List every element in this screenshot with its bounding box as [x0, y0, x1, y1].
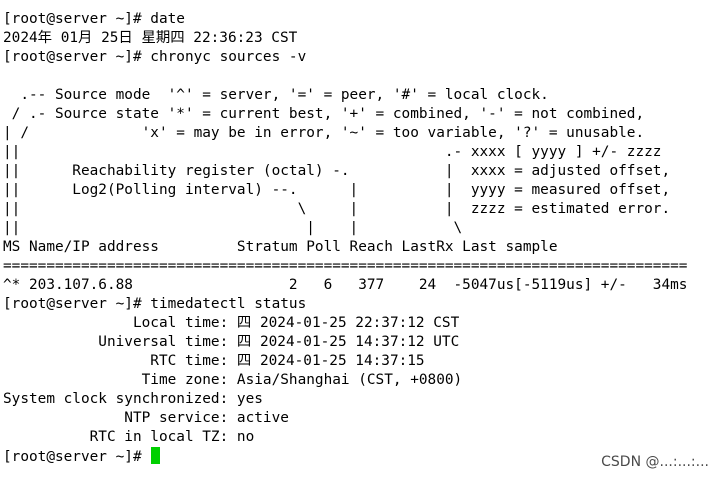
terminal-line: / .- Source state '*' = current best, '+…: [3, 106, 645, 122]
terminal-line: .-- Source mode '^' = server, '=' = peer…: [3, 87, 549, 103]
terminal-line: ========================================…: [3, 258, 688, 274]
terminal-line: | / 'x' = may be in error, '~' = too var…: [3, 125, 645, 141]
shell-prompt: [root@server ~]#: [3, 449, 151, 465]
terminal-line: || Reachability register (octal) -. | xx…: [3, 163, 671, 179]
text-cursor: [151, 447, 161, 464]
terminal-line: Universal time: 四 2024-01-25 14:37:12 UT…: [3, 334, 460, 350]
terminal-line: [root@server ~]# timedatectl status: [3, 296, 307, 312]
terminal-line: NTP service: active: [3, 410, 289, 426]
terminal-line: [root@server ~]# chronyc sources -v: [3, 49, 307, 65]
terminal-line: MS Name/IP address Stratum Poll Reach La…: [3, 239, 558, 255]
terminal-window[interactable]: [root@server ~]# date 2024年 01月 25日 星期四 …: [0, 0, 723, 479]
terminal-line: || Log2(Polling interval) --. | | yyyy =…: [3, 182, 671, 198]
terminal-line: RTC time: 四 2024-01-25 14:37:15: [3, 353, 425, 369]
terminal-line: || | | \: [3, 220, 463, 236]
terminal-line: || .- xxxx [ yyyy ] +/- zzzz: [3, 144, 662, 160]
watermark: CSDN @...:...:...: [601, 454, 709, 470]
terminal-line: System clock synchronized: yes: [3, 391, 263, 407]
terminal-line: [root@server ~]# date: [3, 11, 185, 27]
terminal-line: ^* 203.107.6.88 2 6 377 24 -5047us[-5119…: [3, 277, 688, 293]
terminal-line: || \ | | zzzz = estimated error.: [3, 201, 671, 217]
terminal-line: Time zone: Asia/Shanghai (CST, +0800): [3, 372, 463, 388]
terminal-line: RTC in local TZ: no: [3, 429, 255, 445]
terminal-line: Local time: 四 2024-01-25 22:37:12 CST: [3, 315, 460, 331]
terminal-line: 2024年 01月 25日 星期四 22:36:23 CST: [3, 30, 298, 46]
